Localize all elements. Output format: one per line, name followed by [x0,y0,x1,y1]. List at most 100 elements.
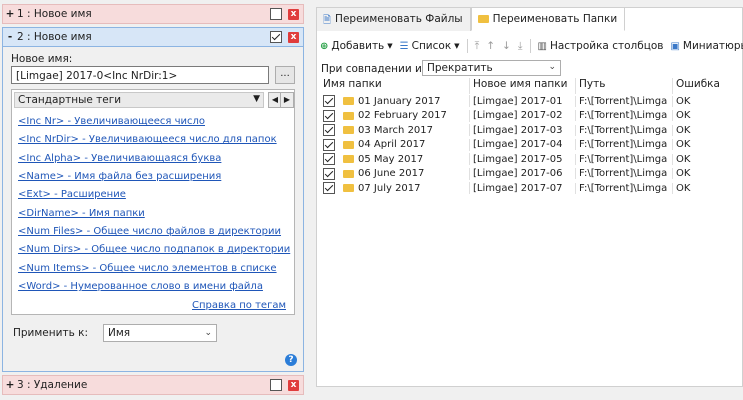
table-row[interactable]: 01 January 2017 [Limgae] 2017-01 F:\[Tor… [320,94,743,109]
path-cell: F:\[Torrent]\Limga [576,124,673,136]
folders-table: Имя папки Новое имя папки Путь Ошибка 01… [320,78,743,196]
row-checkbox[interactable] [323,182,335,195]
row-checkbox[interactable] [323,153,335,166]
rule-2-header[interactable]: - 2 : Новое имя x [2,27,304,47]
rule-1-header[interactable]: + 1 : Новое имя x [2,4,304,24]
error-cell: OK [676,110,691,122]
expand-icon[interactable]: + [3,8,17,20]
folder-name: 07 July 2017 [358,182,421,194]
browse-button[interactable]: ... [275,66,295,84]
tab-rename-files[interactable]: 🗎 Переименовать Файлы [316,7,471,31]
tag-link[interactable]: <Num Files> - Общее число файлов в дирек… [18,226,281,237]
folder-icon [343,140,354,149]
new-name-cell: [Limgae] 2017-02 [470,110,576,122]
error-cell: OK [676,182,691,194]
new-name-cell: [Limgae] 2017-07 [470,182,576,194]
chevron-down-icon: ▼ [454,42,460,50]
col-folder-name[interactable]: Имя папки [320,78,470,94]
rule-3-enable-checkbox[interactable] [270,379,282,391]
new-name-label: Новое имя: [11,53,73,65]
row-checkbox[interactable] [323,124,335,137]
tags-help-link[interactable]: Справка по тегам [192,300,286,311]
tag-link[interactable]: <Inc Nr> - Увеличивающееся число [18,116,205,127]
rule-3-title: 3 : Удаление [17,379,88,391]
path-cell: F:\[Torrent]\Limga [576,182,673,194]
rule-3-header[interactable]: + 3 : Удаление x [2,375,304,395]
tag-link[interactable]: <Num Dirs> - Общее число подпапок в дире… [18,244,290,255]
tab-rename-folders-label: Переименовать Папки [492,13,618,25]
thumbnails-button[interactable]: ▣ Миниатюры [670,40,743,52]
tag-link[interactable]: <DirName> - Имя папки [18,208,145,219]
apply-to-value: Имя [108,327,131,339]
folder-name: 05 May 2017 [358,153,424,165]
table-row[interactable]: 04 April 2017 [Limgae] 2017-04 F:\[Torre… [320,138,743,153]
chevron-down-icon: ▼ [253,94,260,104]
table-row[interactable]: 05 May 2017 [Limgae] 2017-05 F:\[Torrent… [320,152,743,167]
move-up-icon[interactable]: ↑ [486,40,495,52]
move-down-icon[interactable]: ↓ [502,40,511,52]
rule-2-enable-checkbox[interactable] [270,31,282,43]
tab-rename-files-label: Переименовать Файлы [335,13,463,25]
tag-link[interactable]: <Num Items> - Общее число элементов в сп… [18,263,277,274]
tag-link[interactable]: <Name> - Имя файла без расширения [18,171,221,182]
folder-name: 01 January 2017 [358,95,441,107]
folder-icon [343,126,354,135]
table-row[interactable]: 03 March 2017 [Limgae] 2017-03 F:\[Torre… [320,123,743,138]
rule-2-title: 2 : Новое имя [17,31,92,43]
row-checkbox[interactable] [323,138,335,151]
path-cell: F:\[Torrent]\Limga [576,139,673,151]
tab-rename-folders[interactable]: Переименовать Папки [470,7,626,31]
columns-button[interactable]: ▥ Настройка столбцов [538,40,664,52]
rules-pane: + 1 : Новое имя x - 2 : Новое имя x Ново… [0,0,306,400]
table-row[interactable]: 07 July 2017 [Limgae] 2017-07 F:\[Torren… [320,181,743,196]
rule-1-enable-checkbox[interactable] [270,8,282,20]
add-button-label: Добавить [331,40,385,52]
list-icon: ☰ [399,40,409,52]
tag-set-select[interactable]: Стандартные теги ▼ [14,92,264,108]
collapse-icon[interactable]: - [3,31,17,43]
folder-icon [477,15,489,23]
new-name-input[interactable]: [Limgae] 2017-0<Inc NrDir:1> [11,66,269,84]
col-path[interactable]: Путь [576,78,673,94]
next-arrow-icon[interactable]: ▶ [280,92,294,108]
folder-name: 04 April 2017 [358,139,426,151]
tab-bar: 🗎 Переименовать Файлы Переименовать Папк… [316,7,626,31]
path-cell: F:\[Torrent]\Limga [576,95,673,107]
toolbar-divider [529,39,531,53]
move-top-icon[interactable]: ⤒ [475,40,480,53]
list-button[interactable]: ☰ Список ▼ [400,40,460,52]
close-icon[interactable]: x [288,379,299,391]
on-match-select[interactable]: Прекратить ⌄ [422,60,561,76]
chevron-down-icon: ⌄ [204,328,212,338]
move-bottom-icon[interactable]: ⤓ [518,40,523,53]
expand-icon[interactable]: + [3,379,17,391]
tag-link[interactable]: <Inc NrDir> - Увеличивающееся число для … [18,134,277,145]
folder-icon [343,184,354,193]
row-checkbox[interactable] [323,167,335,180]
tag-link[interactable]: <Inc Alpha> - Увеличивающаяся буква [18,153,221,164]
columns-icon: ▥ [537,40,547,52]
chevron-down-icon: ▼ [387,42,393,50]
close-icon[interactable]: x [288,8,299,20]
folder-icon [343,111,354,120]
apply-to-select[interactable]: Имя ⌄ [103,324,217,342]
tag-link[interactable]: <Ext> - Расширение [18,189,126,200]
folder-icon [343,97,354,106]
col-new-name[interactable]: Новое имя папки [470,78,576,94]
folder-icon [343,155,354,164]
table-row[interactable]: 02 February 2017 [Limgae] 2017-02 F:\[To… [320,109,743,124]
row-checkbox[interactable] [323,109,335,122]
row-checkbox[interactable] [323,95,335,108]
add-button[interactable]: ⊕ Добавить ▼ [320,40,393,52]
apply-to-label: Применить к: [13,327,88,339]
error-cell: OK [676,139,691,151]
table-row[interactable]: 06 June 2017 [Limgae] 2017-06 F:\[Torren… [320,167,743,182]
close-icon[interactable]: x [288,31,299,43]
new-name-cell: [Limgae] 2017-06 [470,168,576,180]
col-error[interactable]: Ошибка [673,78,743,94]
path-cell: F:\[Torrent]\Limga [576,168,673,180]
help-icon[interactable]: ? [285,354,297,366]
tag-link[interactable]: <Word> - Нумерованное слово в имени файл… [18,281,263,292]
path-cell: F:\[Torrent]\Limga [576,153,673,165]
rule-1-title: 1 : Новое имя [17,8,92,20]
